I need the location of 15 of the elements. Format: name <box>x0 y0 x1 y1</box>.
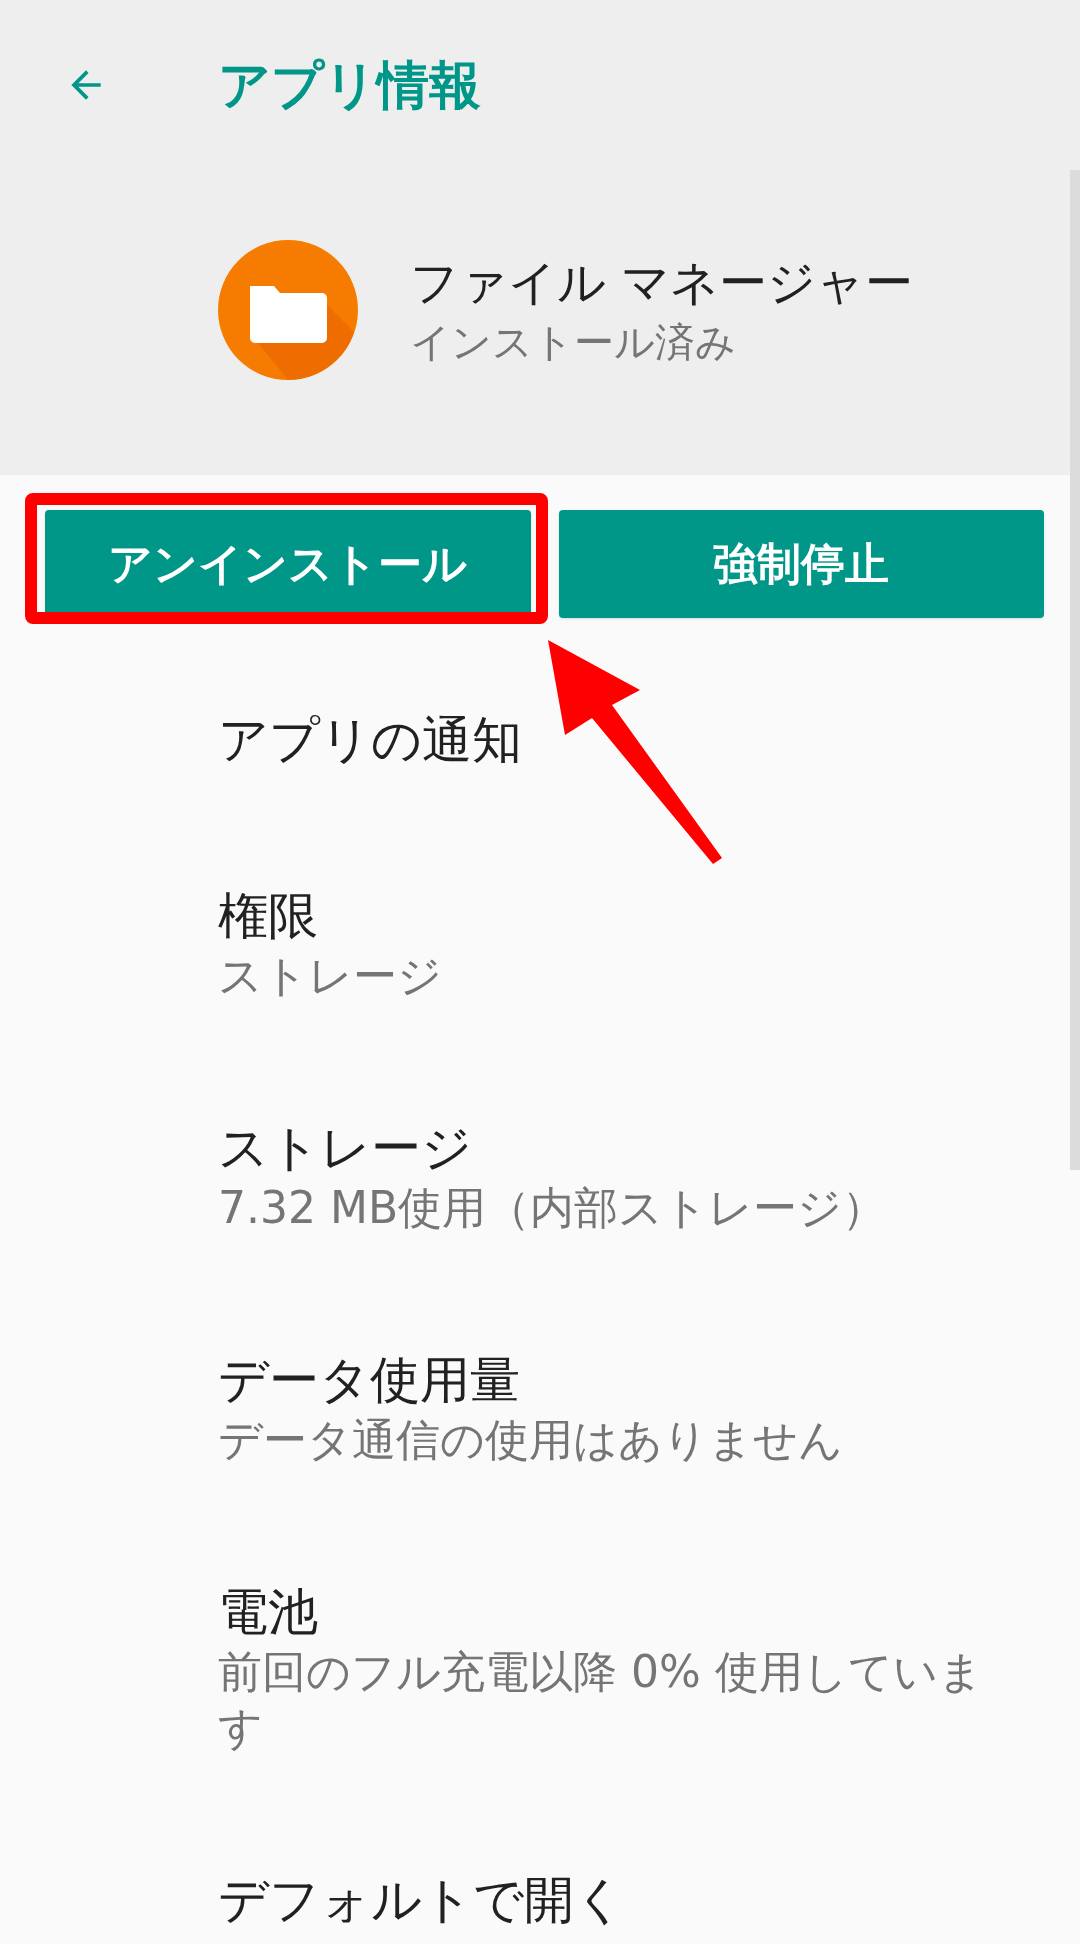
setting-summary: データ通信の使用はありません <box>218 1413 843 1467</box>
install-status: インストール済み <box>410 318 737 367</box>
screen-title: アプリ情報 <box>218 59 481 111</box>
setting-title[interactable]: ストレージ <box>218 1116 472 1180</box>
setting-title[interactable]: デフォルトで開く <box>218 1868 625 1932</box>
setting-title[interactable]: アプリの通知 <box>218 708 522 772</box>
setting-title[interactable]: 権限 <box>218 884 318 948</box>
setting-title[interactable]: 電池 <box>218 1580 318 1644</box>
action-button[interactable]: 強制停止 <box>558 510 1044 618</box>
setting-summary: 前回のフル充電以降 0% 使用しています <box>218 1645 984 1755</box>
app-name: ファイル マネージャー <box>410 253 914 312</box>
setting-summary: 7.32 MB使用（内部ストレージ） <box>218 1181 887 1235</box>
setting-summary: ストレージ <box>218 949 442 1003</box>
setting-title[interactable]: データ使用量 <box>218 1348 520 1412</box>
folder-app-icon <box>218 240 358 380</box>
